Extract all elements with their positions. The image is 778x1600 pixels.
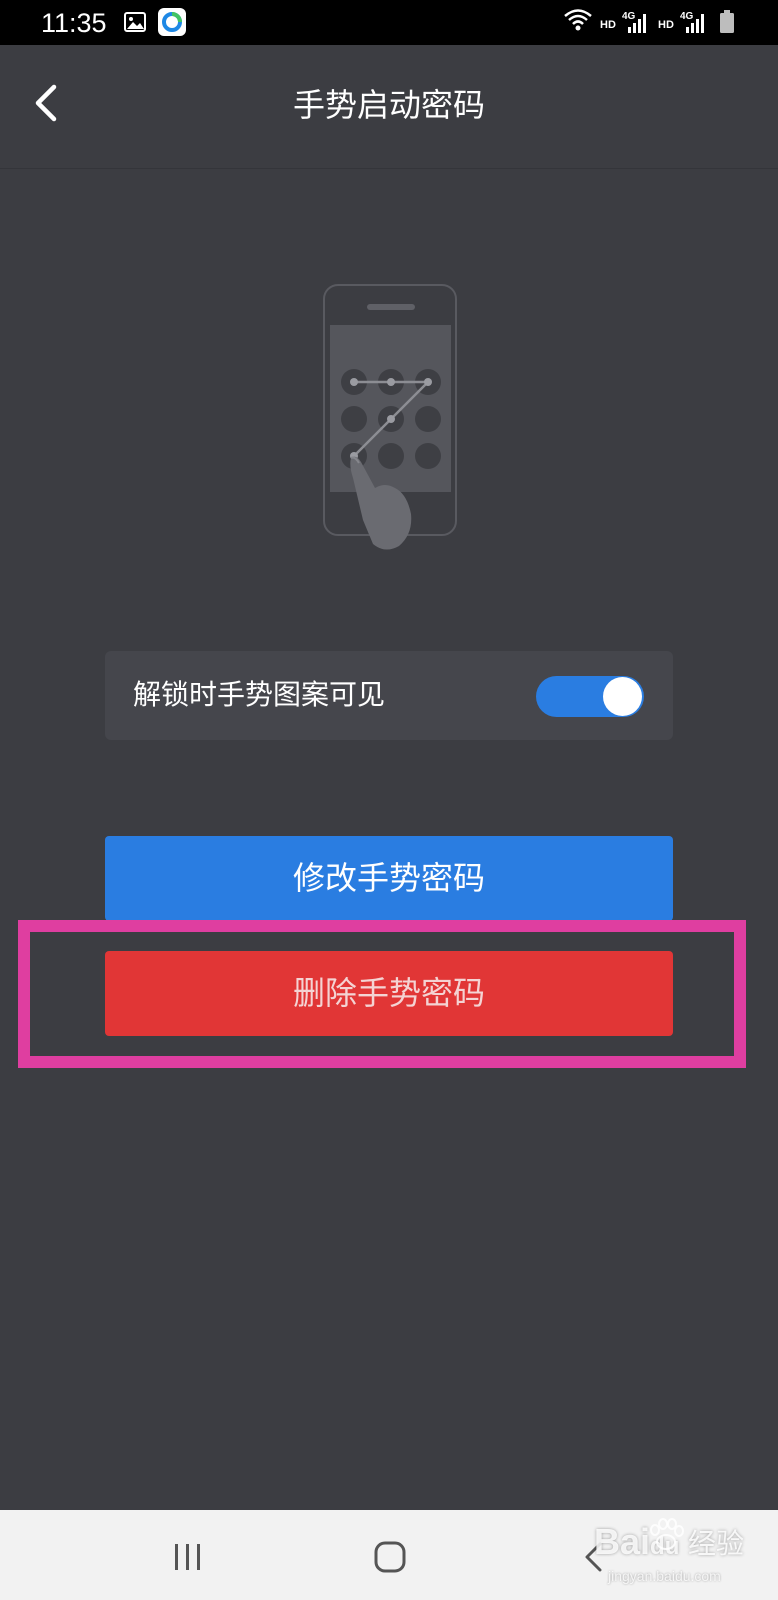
home-icon[interactable] xyxy=(374,1541,406,1577)
delete-gesture-password-button[interactable]: 删除手势密码 xyxy=(105,951,673,1036)
phone-gesture-pattern-icon xyxy=(315,282,465,560)
image-icon xyxy=(124,12,146,36)
svg-text:4G: 4G xyxy=(622,11,636,22)
back-icon[interactable] xyxy=(583,1542,605,1576)
status-time: 11:35 xyxy=(41,8,107,38)
app-header: 手势启动密码 xyxy=(0,45,778,169)
pattern-visible-setting: 解锁时手势图案可见 xyxy=(105,651,673,740)
hd-4g-signal-icon: HD 4G xyxy=(600,9,648,39)
svg-text:4G: 4G xyxy=(680,11,694,22)
svg-text:HD: HD xyxy=(600,19,616,31)
navigation-bar xyxy=(0,1510,778,1600)
battery-icon xyxy=(719,10,735,38)
svg-text:HD: HD xyxy=(658,19,674,31)
page-title: 手势启动密码 xyxy=(292,86,485,124)
app-sync-icon xyxy=(158,8,186,40)
pattern-visible-label: 解锁时手势图案可见 xyxy=(133,678,386,711)
recent-apps-icon[interactable] xyxy=(173,1542,203,1576)
hd-4g-signal-icon: HD 4G xyxy=(658,9,706,39)
modify-gesture-password-button[interactable]: 修改手势密码 xyxy=(105,836,673,921)
pattern-visible-toggle[interactable] xyxy=(536,676,644,717)
wifi-icon xyxy=(563,8,593,36)
toggle-knob xyxy=(603,677,642,716)
status-bar: 11:35 HD 4G HD 4G xyxy=(0,0,778,45)
